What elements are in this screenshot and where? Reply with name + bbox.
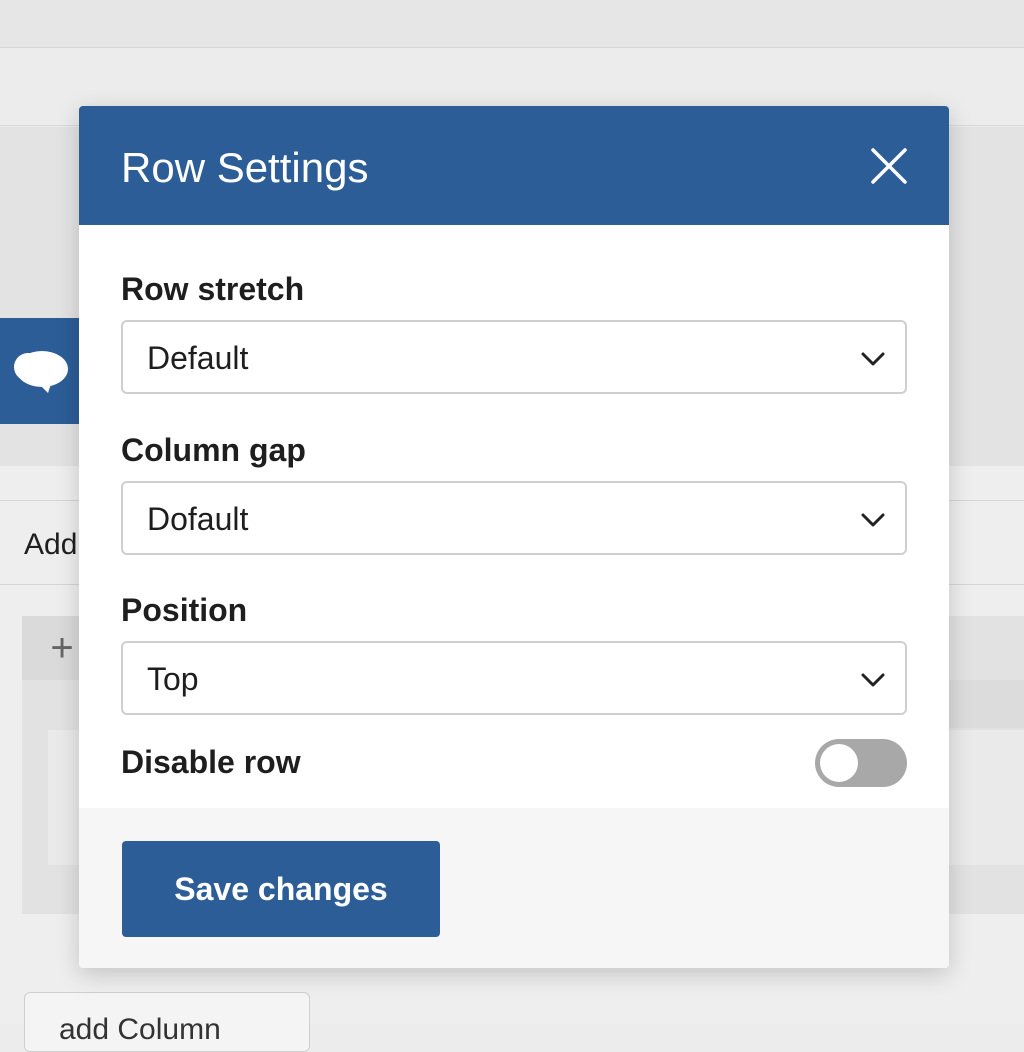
add-column-button[interactable]: add Column: [24, 992, 310, 1052]
modal-footer: Save changes: [79, 808, 949, 968]
column-gap-value: Dofault: [147, 501, 249, 537]
toggle-knob: [820, 744, 858, 782]
row-stretch-label: Row stretch: [121, 271, 305, 307]
modal-header: Row Settings: [79, 106, 949, 225]
chevron-down-icon: [861, 673, 885, 687]
chevron-down-icon: [861, 513, 885, 527]
column-gap-select[interactable]: Dofault: [121, 481, 907, 555]
app-logo-tile[interactable]: [0, 318, 80, 424]
top-bar: [0, 0, 1024, 48]
modal-title: Row Settings: [121, 144, 369, 191]
add-column-label: add Column: [59, 1013, 221, 1046]
position-value: Top: [147, 661, 199, 697]
plus-icon: +: [50, 626, 74, 670]
cloud-logo-icon: [14, 351, 68, 393]
disable-row-toggle[interactable]: [815, 739, 907, 787]
position-label: Position: [121, 592, 248, 628]
row-stretch-select[interactable]: Default: [121, 320, 907, 394]
close-button[interactable]: [869, 146, 909, 186]
column-gap-label: Column gap: [121, 432, 306, 468]
row-settings-modal: Row Settings Row stretch Default Column …: [79, 106, 949, 968]
panel-stripe: [940, 680, 1024, 728]
add-section-label: Add: [24, 528, 78, 561]
row-stretch-value: Default: [147, 340, 249, 376]
position-select[interactable]: Top: [121, 641, 907, 715]
chevron-down-icon: [861, 352, 885, 366]
disable-row-label: Disable row: [121, 744, 301, 780]
modal-body: Row stretch Default Column gap Dofault P…: [79, 225, 949, 808]
save-changes-button[interactable]: Save changes: [122, 841, 440, 937]
close-icon: [871, 148, 907, 184]
